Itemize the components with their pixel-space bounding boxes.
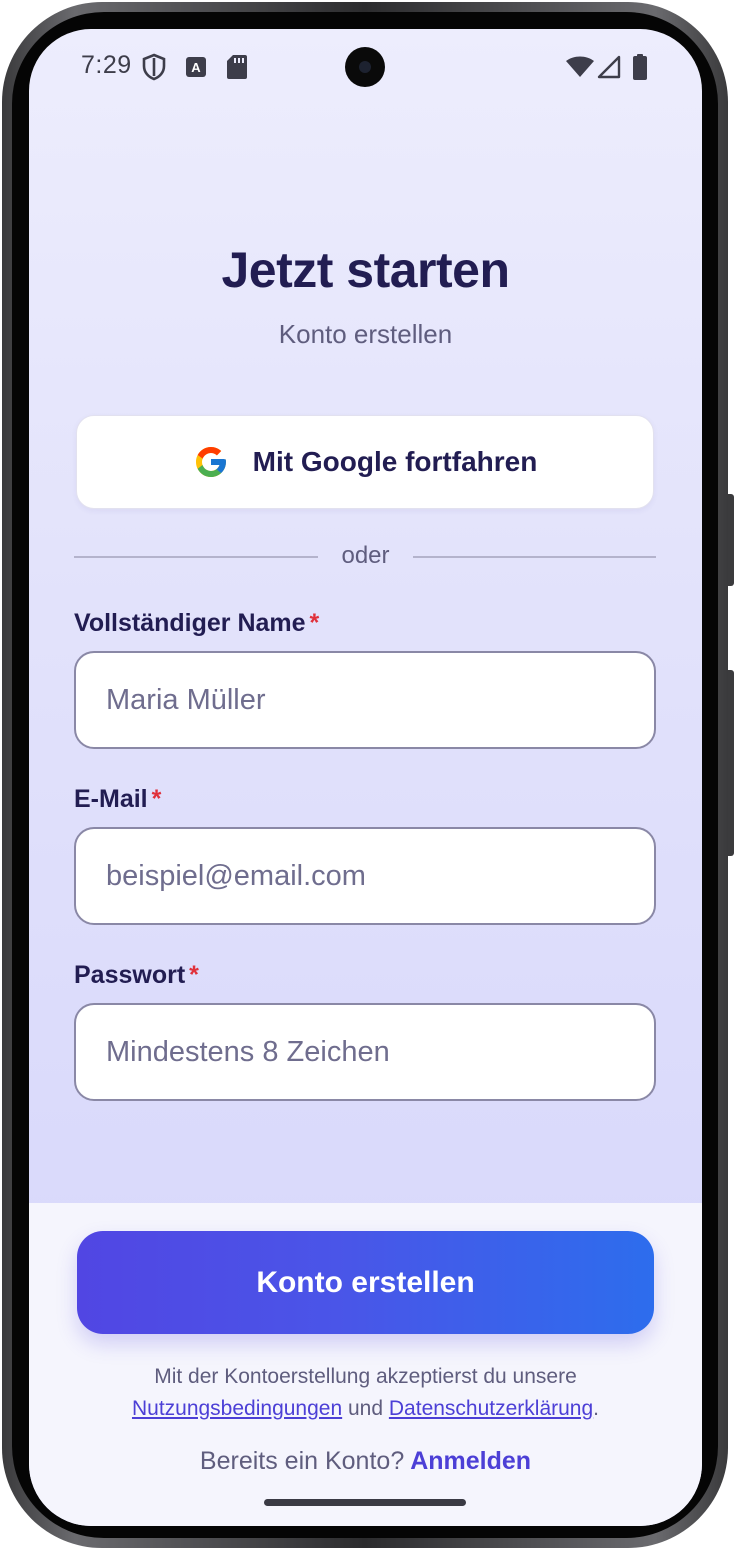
sd-card-icon	[227, 55, 247, 79]
terms-link[interactable]: Nutzungsbedingungen	[132, 1397, 342, 1420]
login-prompt: Bereits ein Konto?	[199, 1447, 405, 1475]
name-label-text: Vollständiger Name	[74, 609, 306, 637]
password-input[interactable]	[74, 1003, 656, 1101]
login-prompt-row: Bereits ein Konto? Anmelden	[29, 1447, 702, 1476]
power-button	[728, 670, 734, 856]
google-signin-label: Mit Google fortfahren	[252, 446, 538, 477]
page-title: Jetzt starten	[221, 242, 510, 298]
wifi-icon	[566, 56, 594, 77]
privacy-link[interactable]: Datenschutzerklärung	[389, 1397, 593, 1420]
email-input[interactable]	[74, 827, 656, 925]
divider-line-right	[413, 556, 656, 558]
svg-text:A: A	[191, 60, 201, 75]
required-asterisk: *	[151, 785, 162, 813]
page-subtitle: Konto erstellen	[278, 319, 453, 349]
required-asterisk: *	[189, 961, 199, 989]
legal-notice: Mit der Kontoerstellung akzeptierst du u…	[49, 1361, 682, 1425]
legal-suffix: .	[593, 1397, 600, 1420]
password-label-text: Passwort	[74, 961, 186, 989]
google-signin-button[interactable]: Mit Google fortfahren	[76, 415, 654, 509]
legal-prefix: Mit der Kontoerstellung akzeptierst du u…	[154, 1365, 577, 1388]
battery-icon	[633, 54, 647, 80]
email-field-label: E-Mail *	[74, 785, 161, 814]
email-label-text: E-Mail	[74, 785, 148, 813]
create-account-button[interactable]: Konto erstellen	[77, 1231, 654, 1334]
shield-icon	[142, 53, 166, 81]
volume-button	[728, 494, 734, 586]
status-time: 7:29	[81, 51, 132, 79]
required-asterisk: *	[309, 609, 320, 637]
font-a-icon: A	[186, 57, 206, 77]
cellular-signal-icon	[597, 55, 621, 79]
google-logo-icon	[195, 447, 226, 477]
home-indicator[interactable]	[264, 1499, 466, 1506]
password-field-label: Passwort *	[74, 961, 199, 990]
legal-conjunction: und	[348, 1397, 384, 1420]
front-camera	[345, 47, 385, 87]
name-input[interactable]	[74, 651, 656, 749]
name-field-label: Vollständiger Name *	[74, 609, 319, 638]
login-link[interactable]: Anmelden	[410, 1447, 531, 1475]
screen: 7:29 A Jetzt starten Konto erstellen Mit…	[29, 29, 702, 1526]
